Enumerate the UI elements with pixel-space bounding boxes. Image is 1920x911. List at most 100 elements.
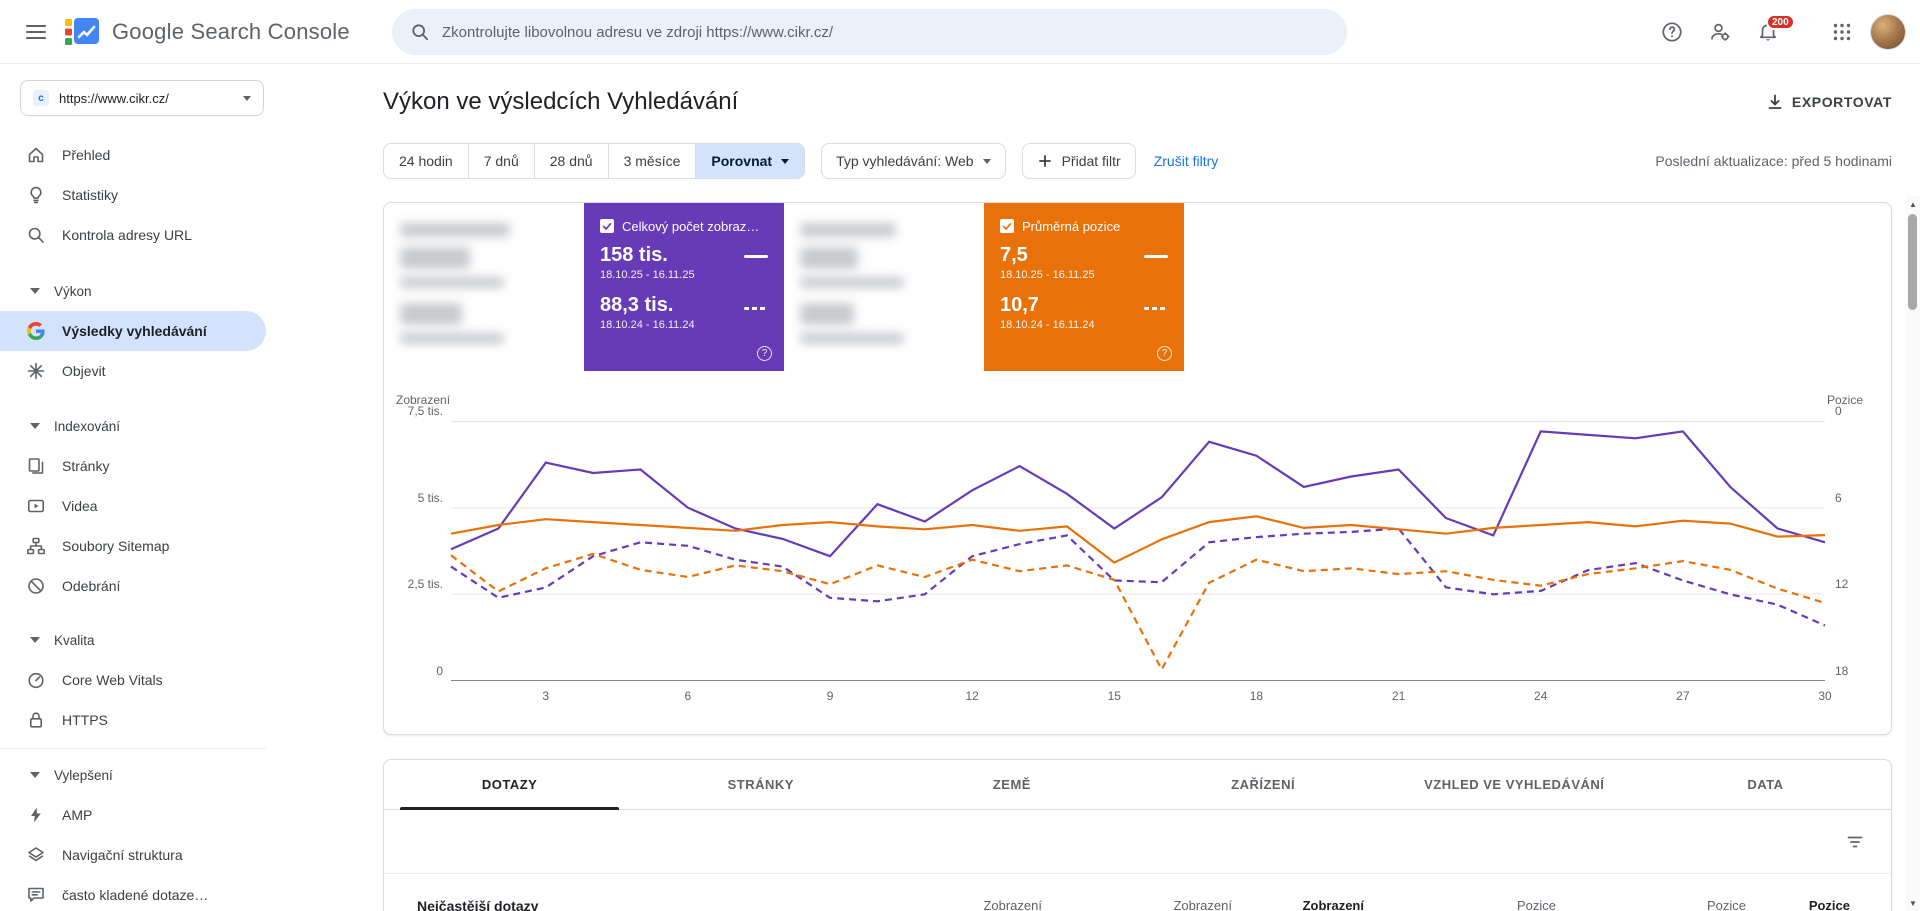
col-header-zobrazeni-3[interactable]: Zobrazení <box>1303 898 1364 911</box>
help-icon <box>1662 22 1682 42</box>
tab-zarizeni[interactable]: ZAŘÍZENÍ <box>1138 760 1389 809</box>
scrollbar-thumb[interactable] <box>1908 214 1917 310</box>
app-title: Google Search Console <box>112 18 350 44</box>
x-axis-ticks: 3 6 9 12 15 18 21 24 27 30 <box>542 689 1832 703</box>
export-button[interactable]: EXPORTOVAT <box>1766 84 1892 120</box>
tab-dotazy[interactable]: DOTAZY <box>384 760 635 810</box>
clicks-card-blurred[interactable] <box>384 203 584 371</box>
vertical-scrollbar[interactable]: ▲ ▼ <box>1906 196 1920 911</box>
impressions-checkbox[interactable] <box>600 219 614 233</box>
tab-zeme[interactable]: ZEMĚ <box>886 760 1137 809</box>
right-axis-ticks: 0 6 12 18 <box>1835 404 1849 678</box>
sidebar: c https://www.cikr.cz/ Přehled Statistik… <box>0 64 266 911</box>
google-apps-button[interactable] <box>1822 12 1862 52</box>
gsc-logo[interactable] <box>64 16 100 48</box>
main-content: Výkon ve výsledcích Vyhledávání EXPORTOV… <box>383 64 1892 911</box>
performance-line-chart[interactable] <box>450 421 1826 681</box>
hamburger-menu-icon[interactable] <box>26 24 46 39</box>
col-header-pozice-3[interactable]: Pozice <box>1809 898 1850 911</box>
date-chip-28d[interactable]: 28 dnů <box>534 144 609 178</box>
sidebar-item-core-web-vitals[interactable]: Core Web Vitals <box>0 660 266 700</box>
notifications-button[interactable]: 200 <box>1748 12 1795 52</box>
impressions-previous-range: 18.10.24 - 16.11.24 <box>600 319 695 331</box>
sidebar-item-kontrola-url[interactable]: Kontrola adresy URL <box>0 215 266 255</box>
compare-chip[interactable]: Porovnat <box>696 144 805 178</box>
notification-badge: 200 <box>1766 14 1795 30</box>
scroll-down-icon[interactable]: ▼ <box>1906 895 1920 911</box>
url-inspection-input[interactable] <box>442 23 1329 41</box>
google-g-icon <box>26 321 46 341</box>
removals-icon <box>26 576 46 596</box>
tab-data[interactable]: DATA <box>1640 760 1891 809</box>
chevron-down-icon <box>30 423 40 429</box>
solid-line-icon <box>1144 255 1168 258</box>
col-header-pozice-2[interactable]: Pozice <box>1707 898 1746 911</box>
filter-list-icon[interactable] <box>1845 832 1865 852</box>
url-inspection-searchbar[interactable] <box>392 9 1347 55</box>
col-header-zobrazeni-1[interactable]: Zobrazení <box>983 898 1042 911</box>
page-title: Výkon ve výsledcích Vyhledávání <box>383 88 739 115</box>
add-filter-chip[interactable]: Přidat filtr <box>1021 143 1136 179</box>
impressions-card[interactable]: Celkový počet zobraz… 158 tis. 18.10.25 … <box>584 203 784 371</box>
position-checkbox[interactable] <box>1000 219 1014 233</box>
search-icon <box>412 24 429 41</box>
chevron-down-icon <box>30 288 40 294</box>
gauge-icon <box>26 670 46 690</box>
date-range-segmented-control: 24 hodin 7 dnů 28 dnů 3 měsíce Porovnat <box>383 143 806 179</box>
sidebar-item-vysledky-vyhledavani[interactable]: Výsledky vyhledávání <box>0 311 266 351</box>
sidebar-section-vykon[interactable]: Výkon <box>0 271 266 311</box>
date-chip-24h[interactable]: 24 hodin <box>384 144 469 178</box>
sidebar-item-videa[interactable]: Videa <box>0 486 266 526</box>
download-icon <box>1768 94 1782 109</box>
sidebar-item-soubory-sitemap[interactable]: Soubory Sitemap <box>0 526 266 566</box>
position-current-range: 18.10.25 - 16.11.25 <box>1000 269 1095 281</box>
help-button[interactable] <box>1652 12 1692 52</box>
sitemap-icon <box>26 536 46 556</box>
dimensions-table-panel: DOTAZY STRÁNKY ZEMĚ ZAŘÍZENÍ VZHLED VE V… <box>383 759 1892 911</box>
sidebar-item-odebrani[interactable]: Odebrání <box>0 566 266 606</box>
help-icon[interactable]: ? <box>757 346 772 361</box>
sidebar-item-faq[interactable]: často kladené dotaze… <box>0 875 266 911</box>
position-card[interactable]: Průměrná pozice 7,5 18.10.25 - 16.11.25 … <box>984 203 1184 371</box>
solid-line-icon <box>744 255 768 258</box>
sidebar-item-statistiky[interactable]: Statistiky <box>0 175 266 215</box>
scroll-up-icon[interactable]: ▲ <box>1906 196 1920 212</box>
reset-filters-link[interactable]: Zrušit filtry <box>1154 153 1219 169</box>
date-chip-3m[interactable]: 3 měsíce <box>608 144 697 178</box>
impressions-current-range: 18.10.25 - 16.11.25 <box>600 269 695 281</box>
sidebar-item-stranky[interactable]: Stránky <box>0 446 266 486</box>
sidebar-section-kvalita[interactable]: Kvalita <box>0 620 266 660</box>
help-icon[interactable]: ? <box>1157 346 1172 361</box>
sidebar-item-objevit[interactable]: Objevit <box>0 351 266 391</box>
dashed-line-icon <box>1144 307 1168 310</box>
chevron-down-icon <box>30 772 40 778</box>
faq-bubble-icon <box>26 885 46 905</box>
sidebar-section-indexovani[interactable]: Indexování <box>0 406 266 446</box>
pages-icon <box>26 456 46 476</box>
tab-vzhled[interactable]: VZHLED VE VYHLEDÁVÁNÍ <box>1389 760 1640 809</box>
sidebar-item-https[interactable]: HTTPS <box>0 700 266 740</box>
amp-lightning-icon <box>26 805 46 825</box>
sidebar-item-prehled[interactable]: Přehled <box>0 135 266 175</box>
search-icon <box>26 225 46 245</box>
lightbulb-icon <box>26 185 46 205</box>
property-url: https://www.cikr.cz/ <box>59 90 169 106</box>
impressions-current-value: 158 tis. <box>600 244 668 266</box>
chevron-down-icon <box>781 158 790 164</box>
manage-users-button[interactable] <box>1700 12 1740 52</box>
discover-star-icon <box>26 361 46 381</box>
property-selector[interactable]: c https://www.cikr.cz/ <box>20 80 264 116</box>
table-header-row: Nejčastější dotazy Zobrazení Zobrazení Z… <box>384 874 1891 911</box>
table-row-header[interactable]: Nejčastější dotazy <box>417 898 538 911</box>
avatar[interactable] <box>1870 14 1906 50</box>
sidebar-item-navigacni-struktura[interactable]: Navigační struktura <box>0 835 266 875</box>
tab-stranky[interactable]: STRÁNKY <box>635 760 886 809</box>
sidebar-item-amp[interactable]: AMP <box>0 795 266 835</box>
sidebar-section-vylepseni[interactable]: Vylepšení <box>0 755 266 795</box>
col-header-zobrazeni-2[interactable]: Zobrazení <box>1173 898 1232 911</box>
ctr-card-blurred[interactable] <box>784 203 984 371</box>
last-update-text: Poslední aktualizace: před 5 hodinami <box>1655 153 1892 169</box>
search-type-chip[interactable]: Typ vyhledávání: Web <box>821 143 1006 179</box>
date-chip-7d[interactable]: 7 dnů <box>468 144 535 178</box>
col-header-pozice-1[interactable]: Pozice <box>1517 898 1556 911</box>
